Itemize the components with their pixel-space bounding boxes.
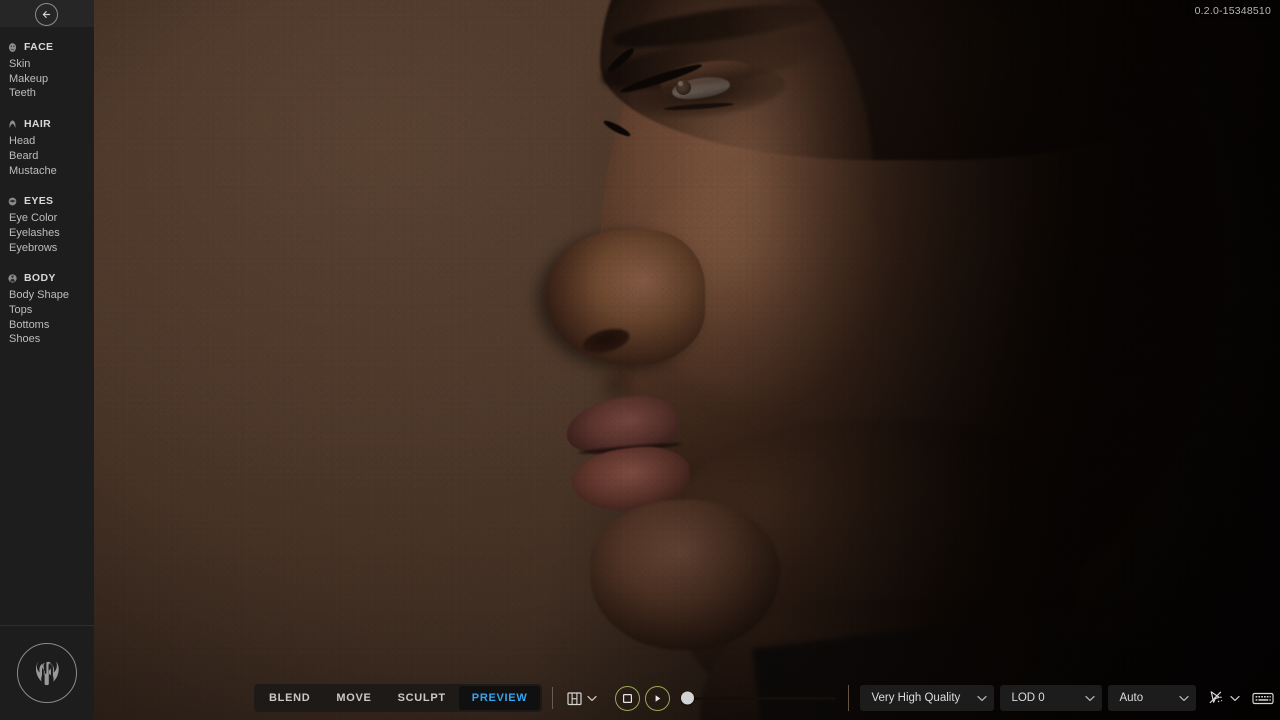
back-button[interactable] [35, 3, 58, 26]
group-header-hair[interactable]: HAIR [0, 117, 94, 131]
nav-group-face: FACE Skin Makeup Teeth [0, 40, 94, 101]
animation-clip-button[interactable] [563, 687, 585, 709]
sidebar-item-head[interactable]: Head [0, 134, 94, 149]
sidebar-footer [0, 625, 94, 720]
group-title-eyes: EYES [24, 194, 54, 207]
quality-select-value: Very High Quality [871, 692, 961, 704]
lod-select[interactable]: LOD 0 [1000, 685, 1103, 711]
mode-tab-group: BLEND MOVE SCULPT PREVIEW [254, 684, 543, 712]
tab-sculpt[interactable]: SCULPT [385, 686, 459, 710]
sidebar-item-shoes[interactable]: Shoes [0, 332, 94, 347]
sidebar-header [0, 0, 94, 27]
group-header-face[interactable]: FACE [0, 40, 94, 54]
viewport-vignette [0, 0, 1280, 720]
hair-icon [9, 119, 16, 128]
gizmo-button[interactable] [1204, 686, 1228, 710]
version-label: 0.2.0-15348510 [1194, 5, 1271, 17]
animation-clip-dropdown[interactable] [585, 687, 599, 709]
sidebar-item-body-shape[interactable]: Body Shape [0, 288, 94, 303]
toolbar-divider-2 [848, 685, 850, 711]
sidebar-item-eye-color[interactable]: Eye Color [0, 211, 94, 226]
chevron-down-icon [1230, 695, 1241, 701]
stop-button[interactable] [615, 685, 641, 711]
play-button[interactable] [645, 685, 671, 711]
keyboard-shortcuts-button[interactable] [1250, 686, 1276, 710]
timeline-slider-handle[interactable] [681, 691, 695, 705]
eyes-icon [8, 197, 17, 206]
sidebar-item-beard[interactable]: Beard [0, 149, 94, 164]
chevron-down-icon [1179, 695, 1190, 701]
auto-select-value: Auto [1119, 692, 1144, 704]
sidebar-item-eyelashes[interactable]: Eyelashes [0, 226, 94, 241]
left-sidebar: FACE Skin Makeup Teeth HAIR Head Beard M… [0, 0, 94, 720]
chevron-down-icon [977, 695, 988, 701]
sidebar-item-tops[interactable]: Tops [0, 303, 94, 318]
cursor-sparkle-icon [1210, 691, 1223, 704]
sidebar-item-teeth[interactable]: Teeth [0, 86, 94, 101]
back-arrow-icon [42, 11, 51, 18]
group-header-body[interactable]: BODY [0, 271, 94, 285]
lod-select-value: LOD 0 [1011, 692, 1045, 704]
nav-group-hair: HAIR Head Beard Mustache [0, 117, 94, 178]
metahuman-3d-viewport[interactable] [0, 0, 1280, 720]
nav-group-body: BODY Body Shape Tops Bottoms Shoes [0, 271, 94, 347]
toolbar-divider-1 [552, 687, 554, 709]
auto-select[interactable]: Auto [1108, 685, 1197, 711]
sidebar-item-mustache[interactable]: Mustache [0, 164, 94, 179]
sidebar-item-bottoms[interactable]: Bottoms [0, 318, 94, 333]
sidebar-item-skin[interactable]: Skin [0, 57, 94, 72]
unreal-u-icon [35, 661, 59, 686]
timeline-slider-track [689, 696, 837, 700]
tab-preview[interactable]: PREVIEW [458, 686, 541, 710]
sidebar-nav: FACE Skin Makeup Teeth HAIR Head Beard M… [0, 27, 94, 625]
group-title-face: FACE [24, 40, 54, 53]
stop-icon [623, 693, 633, 703]
film-strip-icon [567, 691, 582, 705]
metahuman-creator-app: 0.2.0-15348510 FACE Skin Makeup Teeth HA… [0, 0, 1280, 720]
group-title-body: BODY [24, 271, 56, 284]
chevron-down-icon [1085, 695, 1096, 701]
body-icon [8, 274, 17, 283]
quality-select[interactable]: Very High Quality [860, 685, 995, 711]
bottom-toolbar: BLEND MOVE SCULPT PREVIEW Very High Qual… [254, 684, 1276, 712]
group-header-eyes[interactable]: EYES [0, 194, 94, 208]
tab-move[interactable]: MOVE [323, 686, 384, 710]
group-title-hair: HAIR [24, 117, 52, 130]
face-icon [8, 42, 17, 52]
chevron-down-icon [587, 695, 598, 701]
nav-group-eyes: EYES Eye Color Eyelashes Eyebrows [0, 194, 94, 255]
keyboard-icon [1252, 692, 1275, 704]
play-icon [656, 694, 661, 702]
gizmo-dropdown[interactable] [1228, 687, 1242, 709]
sidebar-item-eyebrows[interactable]: Eyebrows [0, 241, 94, 256]
tab-blend[interactable]: BLEND [256, 686, 323, 710]
timeline-slider[interactable] [681, 687, 837, 709]
sidebar-item-makeup[interactable]: Makeup [0, 72, 94, 87]
unreal-engine-logo[interactable] [17, 643, 77, 703]
